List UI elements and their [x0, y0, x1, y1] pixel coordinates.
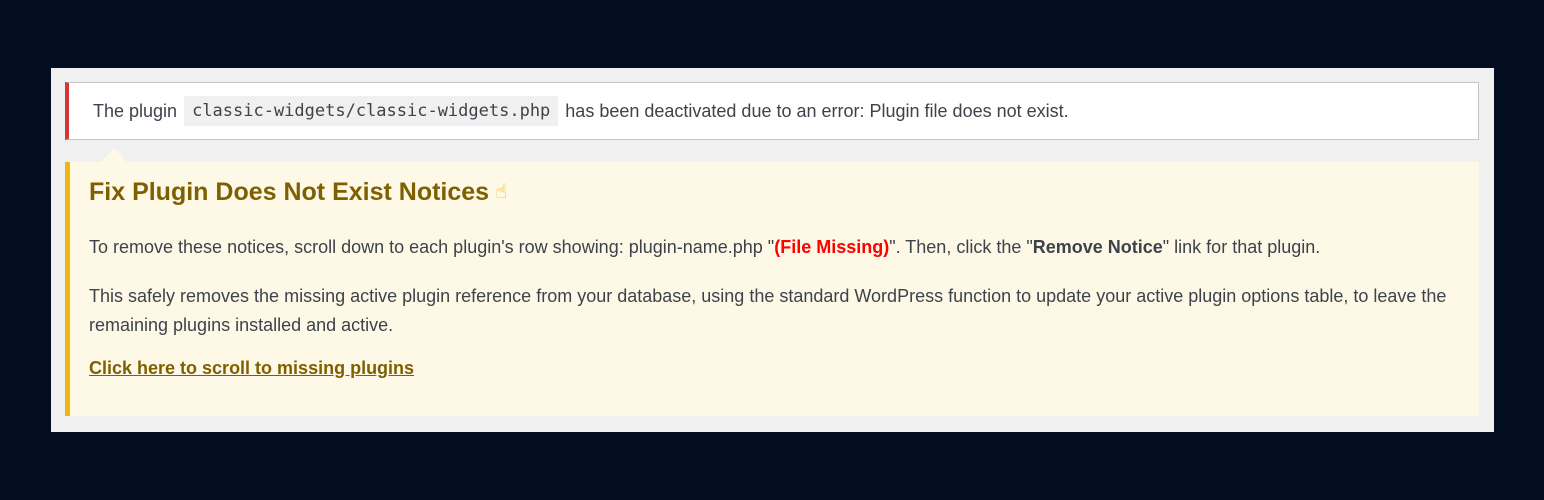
- plugin-path-code: classic-widgets/classic-widgets.php: [184, 96, 559, 126]
- fix-notice-title-text: Fix Plugin Does Not Exist Notices: [89, 178, 490, 206]
- scroll-to-missing-plugins-link[interactable]: Click here to scroll to missing plugins: [89, 358, 414, 379]
- notices-panel: The plugin classic-widgets/classic-widge…: [51, 68, 1494, 432]
- instructions-text-c: " link for that plugin.: [1162, 237, 1321, 257]
- instructions-paragraph: To remove these notices, scroll down to …: [89, 233, 1461, 262]
- instructions-text-b: ". Then, click the ": [889, 237, 1033, 257]
- error-notice-suffix: has been deactivated due to an error: Pl…: [565, 100, 1069, 121]
- plugin-deactivated-error-notice: The plugin classic-widgets/classic-widge…: [65, 82, 1479, 140]
- pointing-hand-icon: ☝: [495, 181, 508, 203]
- explanation-paragraph: This safely removes the missing active p…: [89, 286, 1447, 335]
- remove-notice-label: Remove Notice: [1032, 237, 1163, 257]
- instructions-text-a: To remove these notices, scroll down to …: [89, 237, 775, 257]
- fix-plugin-notice: Fix Plugin Does Not Exist Notices ☝ To r…: [65, 162, 1479, 416]
- error-notice-prefix: The plugin: [93, 100, 178, 121]
- fix-notice-title: Fix Plugin Does Not Exist Notices ☝: [89, 176, 1461, 208]
- callout-pointer: [100, 148, 128, 163]
- file-missing-label: (File Missing): [774, 237, 890, 257]
